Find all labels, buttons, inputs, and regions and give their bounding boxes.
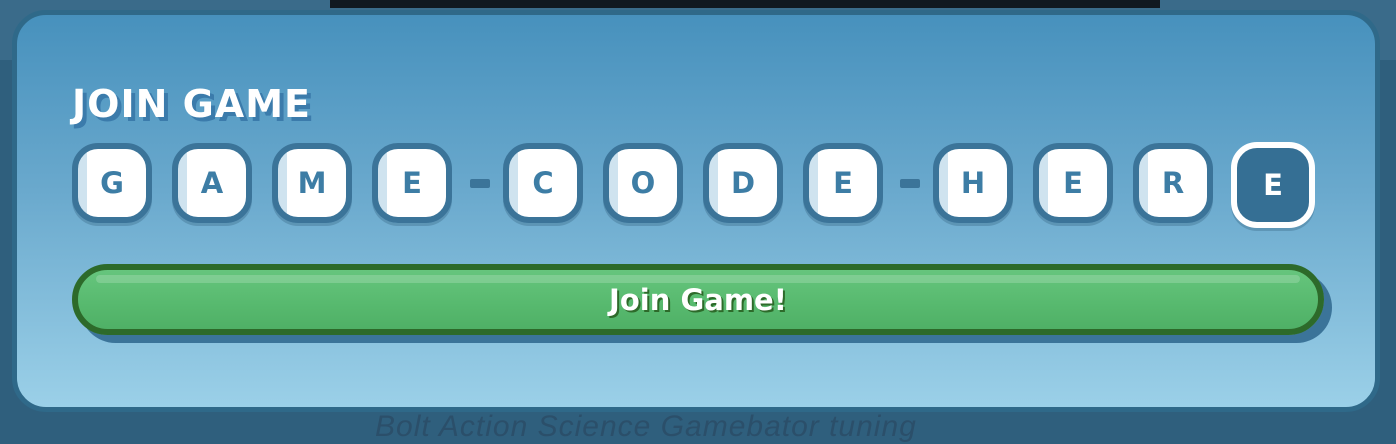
background-footer-text: Bolt Action Science Gamebator tuning — [375, 410, 917, 443]
code-tile-9[interactable]: H — [933, 143, 1013, 223]
join-game-button[interactable]: Join Game! — [72, 264, 1324, 335]
code-tile-12-active[interactable]: E — [1231, 142, 1315, 228]
code-tile-11[interactable]: R — [1133, 143, 1213, 223]
background-dark-strip — [330, 0, 1160, 8]
code-tile-1[interactable]: G — [72, 143, 152, 223]
code-tile-6[interactable]: O — [603, 143, 683, 223]
code-tile-3[interactable]: M — [272, 143, 352, 223]
game-code-input[interactable]: G A M E C O D E H E R E — [72, 142, 1322, 230]
code-tile-2[interactable]: A — [172, 143, 252, 223]
code-tile-8[interactable]: E — [803, 143, 883, 223]
join-game-button-label: Join Game! — [609, 282, 787, 317]
code-tile-4[interactable]: E — [372, 143, 452, 223]
dialog-title: JOIN GAME — [72, 82, 311, 126]
code-separator — [470, 179, 490, 188]
code-separator — [900, 179, 920, 188]
code-tile-7[interactable]: D — [703, 143, 783, 223]
code-tile-10[interactable]: E — [1033, 143, 1113, 223]
code-tile-5[interactable]: C — [503, 143, 583, 223]
